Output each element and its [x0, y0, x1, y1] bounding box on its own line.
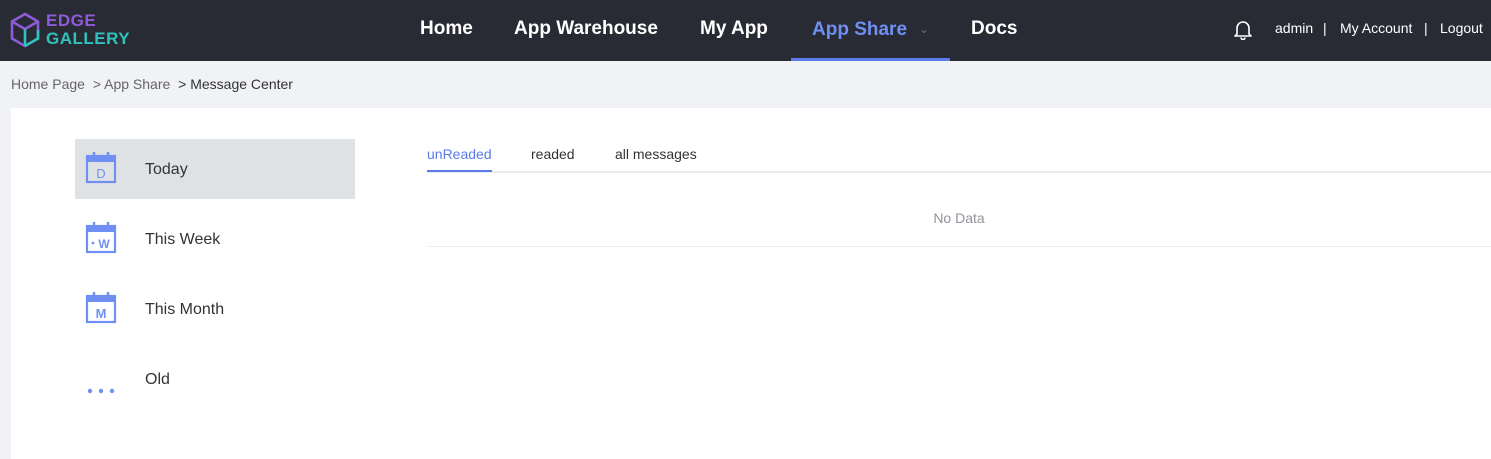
breadcrumb-home[interactable]: Home Page — [11, 76, 85, 92]
breadcrumb-app-share[interactable]: > App Share — [93, 76, 170, 92]
chevron-down-icon: ⌄ — [919, 22, 930, 36]
nav-docs[interactable]: Docs — [971, 0, 1017, 61]
calendar-week-icon: W — [85, 222, 117, 254]
active-tab-indicator — [427, 170, 492, 172]
brand-line1: EDGE — [46, 11, 97, 30]
bell-icon[interactable] — [1232, 18, 1254, 40]
brand-text: EDGE GALLERY — [46, 12, 130, 48]
message-center-panel: D Today W This Week M This Month Old unR… — [11, 108, 1491, 459]
nav-my-app[interactable]: My App — [700, 0, 768, 61]
nav-home[interactable]: Home — [420, 0, 473, 61]
my-account-link[interactable]: My Account — [1340, 0, 1412, 61]
message-tabs: unReaded readed all messages — [427, 145, 1491, 173]
edgegallery-logo[interactable]: EDGE GALLERY — [10, 10, 130, 50]
calendar-month-icon: M — [85, 292, 117, 324]
separator: | — [1424, 20, 1428, 36]
separator: | — [1323, 20, 1327, 36]
more-dots-icon — [87, 388, 115, 394]
sidebar-item-label: Old — [145, 371, 170, 388]
breadcrumb-current: > Message Center — [178, 76, 293, 92]
svg-text:M: M — [96, 306, 107, 321]
sidebar-item-label: Today — [145, 161, 188, 178]
tab-unreaded[interactable]: unReaded — [427, 145, 492, 163]
sidebar-item-this-week[interactable]: W This Week — [75, 209, 355, 269]
sidebar-item-label: This Month — [145, 301, 225, 318]
username[interactable]: admin — [1275, 0, 1313, 61]
sidebar-item-old[interactable]: Old — [75, 349, 355, 409]
tab-readed[interactable]: readed — [531, 145, 575, 163]
sidebar-item-this-month[interactable]: M This Month — [75, 279, 355, 339]
calendar-day-icon: D — [85, 152, 117, 184]
brand-line2: GALLERY — [46, 29, 131, 48]
breadcrumb: Home Page > App Share > Message Center — [11, 76, 297, 92]
nav-app-warehouse[interactable]: App Warehouse — [514, 0, 658, 61]
svg-text:W: W — [98, 237, 110, 251]
cube-logo-icon — [10, 12, 40, 48]
logout-link[interactable]: Logout — [1440, 0, 1483, 61]
svg-text:D: D — [96, 166, 105, 181]
top-navbar: EDGE GALLERY Home App Warehouse My App A… — [0, 0, 1491, 61]
empty-table-message: No Data — [427, 195, 1491, 247]
active-nav-indicator — [791, 58, 950, 61]
tab-all-messages[interactable]: all messages — [615, 145, 697, 163]
sidebar-item-today[interactable]: D Today — [75, 139, 355, 199]
nav-app-share-label: App Share — [812, 19, 908, 40]
sidebar-item-label: This Week — [145, 231, 221, 248]
nav-app-share[interactable]: App Share ⌄ — [812, 0, 929, 61]
